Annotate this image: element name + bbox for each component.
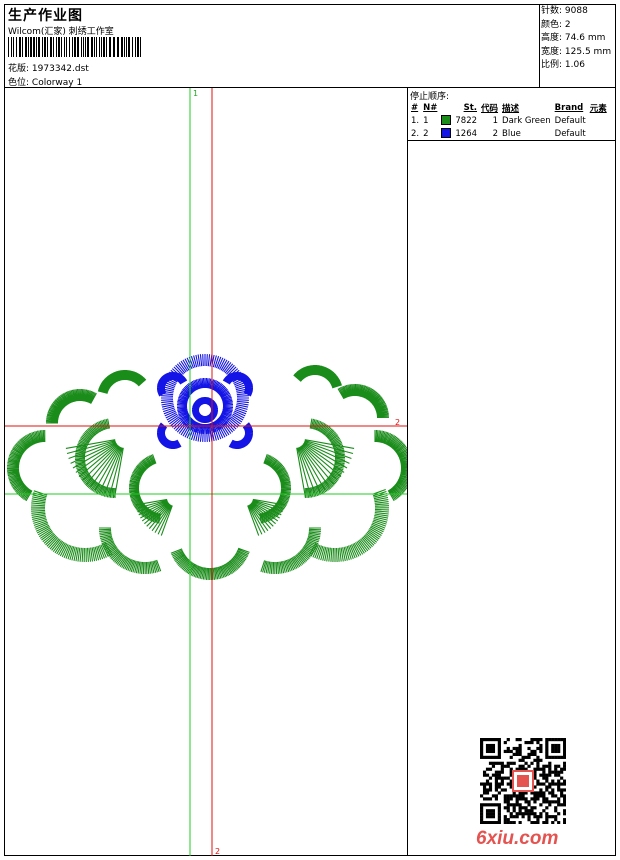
design-stats: 针数: 9088 颜色: 2 高度: 74.6 mm 宽度: 125.5 mm … — [541, 5, 611, 73]
stat-colors: 颜色: 2 — [541, 19, 571, 30]
stat-scale: 比例: 1.06 — [541, 60, 585, 71]
col-swatch — [439, 101, 453, 114]
col-brand: Brand — [554, 102, 584, 113]
embroidery-design — [5, 88, 407, 856]
color-swatch-blue — [441, 128, 452, 139]
colorway-label: 色位: — [8, 78, 30, 88]
barcode — [8, 37, 141, 57]
page-title: 生产作业图 — [8, 8, 83, 24]
col-index: # — [411, 102, 419, 113]
table-header-row: # N# St. 代码 描述 Brand 元素 — [409, 101, 609, 114]
colorway-value: Colorway 1 — [31, 78, 83, 88]
pattern-file: 1973342.dst — [31, 64, 89, 74]
stat-stitches: 针数: 9088 — [541, 6, 588, 16]
color-panel-divider — [408, 140, 616, 141]
green-axis-label: 1 — [193, 89, 199, 98]
qr-code — [480, 738, 566, 824]
pattern-line: 花版: 1973342.dst — [8, 61, 89, 74]
color-sequence-table: # N# St. 代码 描述 Brand 元素 1. 1 7822 1 Dark… — [409, 101, 609, 140]
color-swatch-green — [441, 115, 452, 126]
table-row: 2. 2 1264 2 Blue Default — [411, 128, 586, 139]
blue-rose — [156, 354, 254, 450]
pattern-label: 花版: — [8, 64, 30, 74]
red-axis-label-bottom: 2 — [215, 847, 221, 856]
site-logo: 6xiu.com — [476, 828, 559, 849]
red-axis-label-right: 2 — [395, 418, 401, 427]
colorway-line: 色位: Colorway 1 — [8, 75, 82, 88]
col-code: 代码 — [481, 103, 499, 114]
col-stitches: St. — [463, 102, 478, 113]
stat-height: 高度: 74.6 mm — [541, 33, 606, 44]
studio-name: Wilcom(汇家) 刺绣工作室 — [8, 27, 114, 37]
panel-divider — [407, 88, 408, 856]
table-row: 1. 1 7822 1 Dark Green Default — [411, 115, 586, 126]
col-element: 元素 — [589, 103, 607, 114]
stat-width: 宽度: 125.5 mm — [541, 46, 612, 57]
col-description: 描述 — [502, 103, 520, 114]
stats-divider — [539, 4, 540, 88]
col-number: N# — [423, 102, 438, 113]
